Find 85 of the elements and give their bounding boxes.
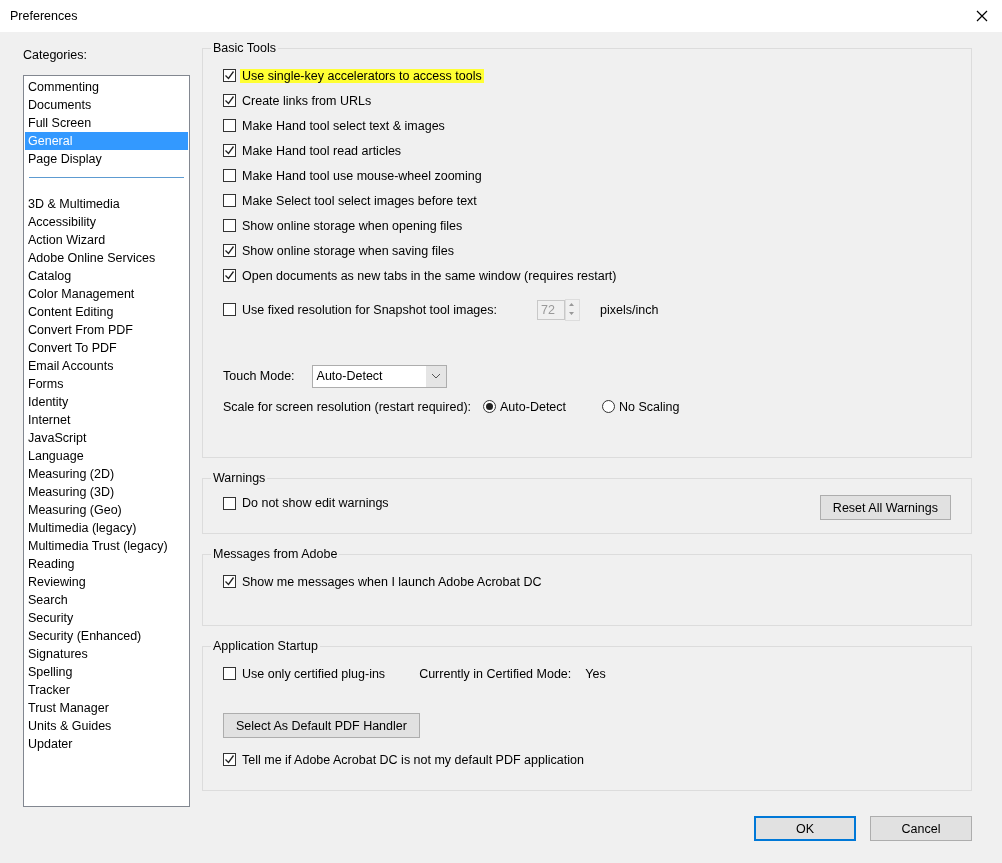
radio-label: Auto-Detect [500, 399, 567, 414]
category-item[interactable]: Content Editing [25, 303, 188, 321]
group-title: Messages from Adobe [211, 547, 340, 561]
category-item[interactable]: Convert From PDF [25, 321, 188, 339]
category-item[interactable]: Documents [25, 96, 188, 114]
category-item[interactable]: Units & Guides [25, 717, 188, 735]
checkbox-label: Show online storage when saving files [241, 243, 455, 258]
unit-label: pixels/inch [600, 302, 659, 317]
category-item[interactable]: 3D & Multimedia [25, 195, 188, 213]
radio-button[interactable] [483, 400, 497, 413]
group-title: Application Startup [211, 639, 320, 653]
touch-mode-dropdown[interactable]: Auto-Detect [311, 364, 447, 388]
checkbox-label: Show me messages when I launch Adobe Acrobat DC [241, 574, 543, 589]
category-item[interactable]: Language [25, 447, 188, 465]
radio-label: No Scaling [619, 399, 680, 414]
checkbox[interactable] [223, 575, 236, 588]
category-item[interactable]: Measuring (2D) [25, 465, 188, 483]
category-item[interactable]: Signatures [25, 645, 188, 663]
category-item[interactable]: Measuring (Geo) [25, 501, 188, 519]
checkbox-label: Make Hand tool read articles [241, 143, 403, 158]
category-item[interactable]: Full Screen [25, 114, 188, 132]
group-title: Warnings [211, 471, 268, 485]
checkbox-label: Make Hand tool use mouse-wheel zooming [241, 168, 483, 183]
close-icon[interactable] [974, 8, 990, 24]
checkbox[interactable] [223, 667, 236, 680]
group-title: Basic Tools [211, 41, 278, 55]
checkbox[interactable] [223, 94, 236, 107]
category-item[interactable]: Reviewing [25, 573, 188, 591]
checkbox-label: Create links from URLs [241, 93, 373, 108]
chevron-down-icon [425, 365, 446, 387]
category-item[interactable]: Measuring (3D) [25, 483, 188, 501]
checkbox-label: Do not show edit warnings [241, 496, 390, 510]
category-item[interactable]: Internet [25, 411, 188, 429]
default-handler-button[interactable]: Select As Default PDF Handler [223, 713, 420, 738]
category-item[interactable]: Identity [25, 393, 188, 411]
category-item[interactable]: Color Management [25, 285, 188, 303]
window-title: Preferences [10, 9, 78, 23]
checkbox-label: Show online storage when opening files [241, 218, 464, 233]
categories-label: Categories: [23, 48, 88, 64]
touch-mode-label: Touch Mode: [223, 369, 295, 383]
checkbox-label: Tell me if Adobe Acrobat DC is not my default PDF application [241, 752, 585, 767]
checkbox[interactable] [223, 169, 236, 182]
checkbox[interactable] [223, 753, 236, 766]
category-item[interactable]: Accessibility [25, 213, 188, 231]
checkbox[interactable] [223, 244, 236, 257]
category-item[interactable]: Action Wizard [25, 231, 188, 249]
checkbox[interactable] [223, 303, 236, 316]
checkbox[interactable] [223, 496, 236, 510]
category-item[interactable]: Spelling [25, 663, 188, 681]
checkbox-label: Use fixed resolution for Snapshot tool images: [241, 302, 498, 317]
category-item[interactable]: Security (Enhanced) [25, 627, 188, 645]
category-item[interactable]: Security [25, 609, 188, 627]
reset-warnings-button[interactable]: Reset All Warnings [819, 495, 951, 520]
checkbox-label: Open documents as new tabs in the same window (requires restart) [241, 268, 618, 283]
radio-button[interactable] [602, 400, 616, 413]
checkbox[interactable] [223, 69, 236, 82]
category-item[interactable]: Adobe Online Services [25, 249, 188, 267]
category-item[interactable]: Tracker [25, 681, 188, 699]
category-item[interactable]: Commenting [25, 78, 188, 96]
checkbox[interactable] [223, 219, 236, 232]
category-item[interactable]: Trust Manager [25, 699, 188, 717]
cancel-button[interactable]: Cancel [870, 816, 972, 841]
checkbox[interactable] [223, 144, 236, 157]
category-item[interactable]: Updater [25, 735, 188, 753]
category-item[interactable]: JavaScript [25, 429, 188, 447]
category-item[interactable]: Catalog [25, 267, 188, 285]
category-item[interactable]: Forms [25, 375, 188, 393]
category-item[interactable]: Convert To PDF [25, 339, 188, 357]
category-item[interactable]: Page Display [25, 150, 188, 168]
checkbox[interactable] [223, 194, 236, 207]
ok-button[interactable]: OK [754, 816, 856, 841]
checkbox-label: Use only certified plug-ins [241, 666, 387, 681]
checkbox[interactable] [223, 119, 236, 132]
scale-label: Scale for screen resolution (restart required): [223, 399, 472, 414]
category-item[interactable]: Search [25, 591, 188, 609]
checkbox-label: Use single-key accelerators to access tools [240, 68, 484, 83]
category-item[interactable]: Reading [25, 555, 188, 573]
category-item[interactable]: Multimedia (legacy) [25, 519, 188, 537]
category-item[interactable]: Multimedia Trust (legacy) [25, 537, 188, 555]
category-item[interactable]: Email Accounts [25, 357, 188, 375]
checkbox-label: Make Hand tool select text & images [241, 118, 446, 133]
checkbox-label: Make Select tool select images before text [241, 193, 478, 208]
checkbox[interactable] [223, 269, 236, 282]
certified-mode-label: Currently in Certified Mode: [419, 666, 572, 681]
certified-mode-value: Yes [585, 666, 606, 681]
